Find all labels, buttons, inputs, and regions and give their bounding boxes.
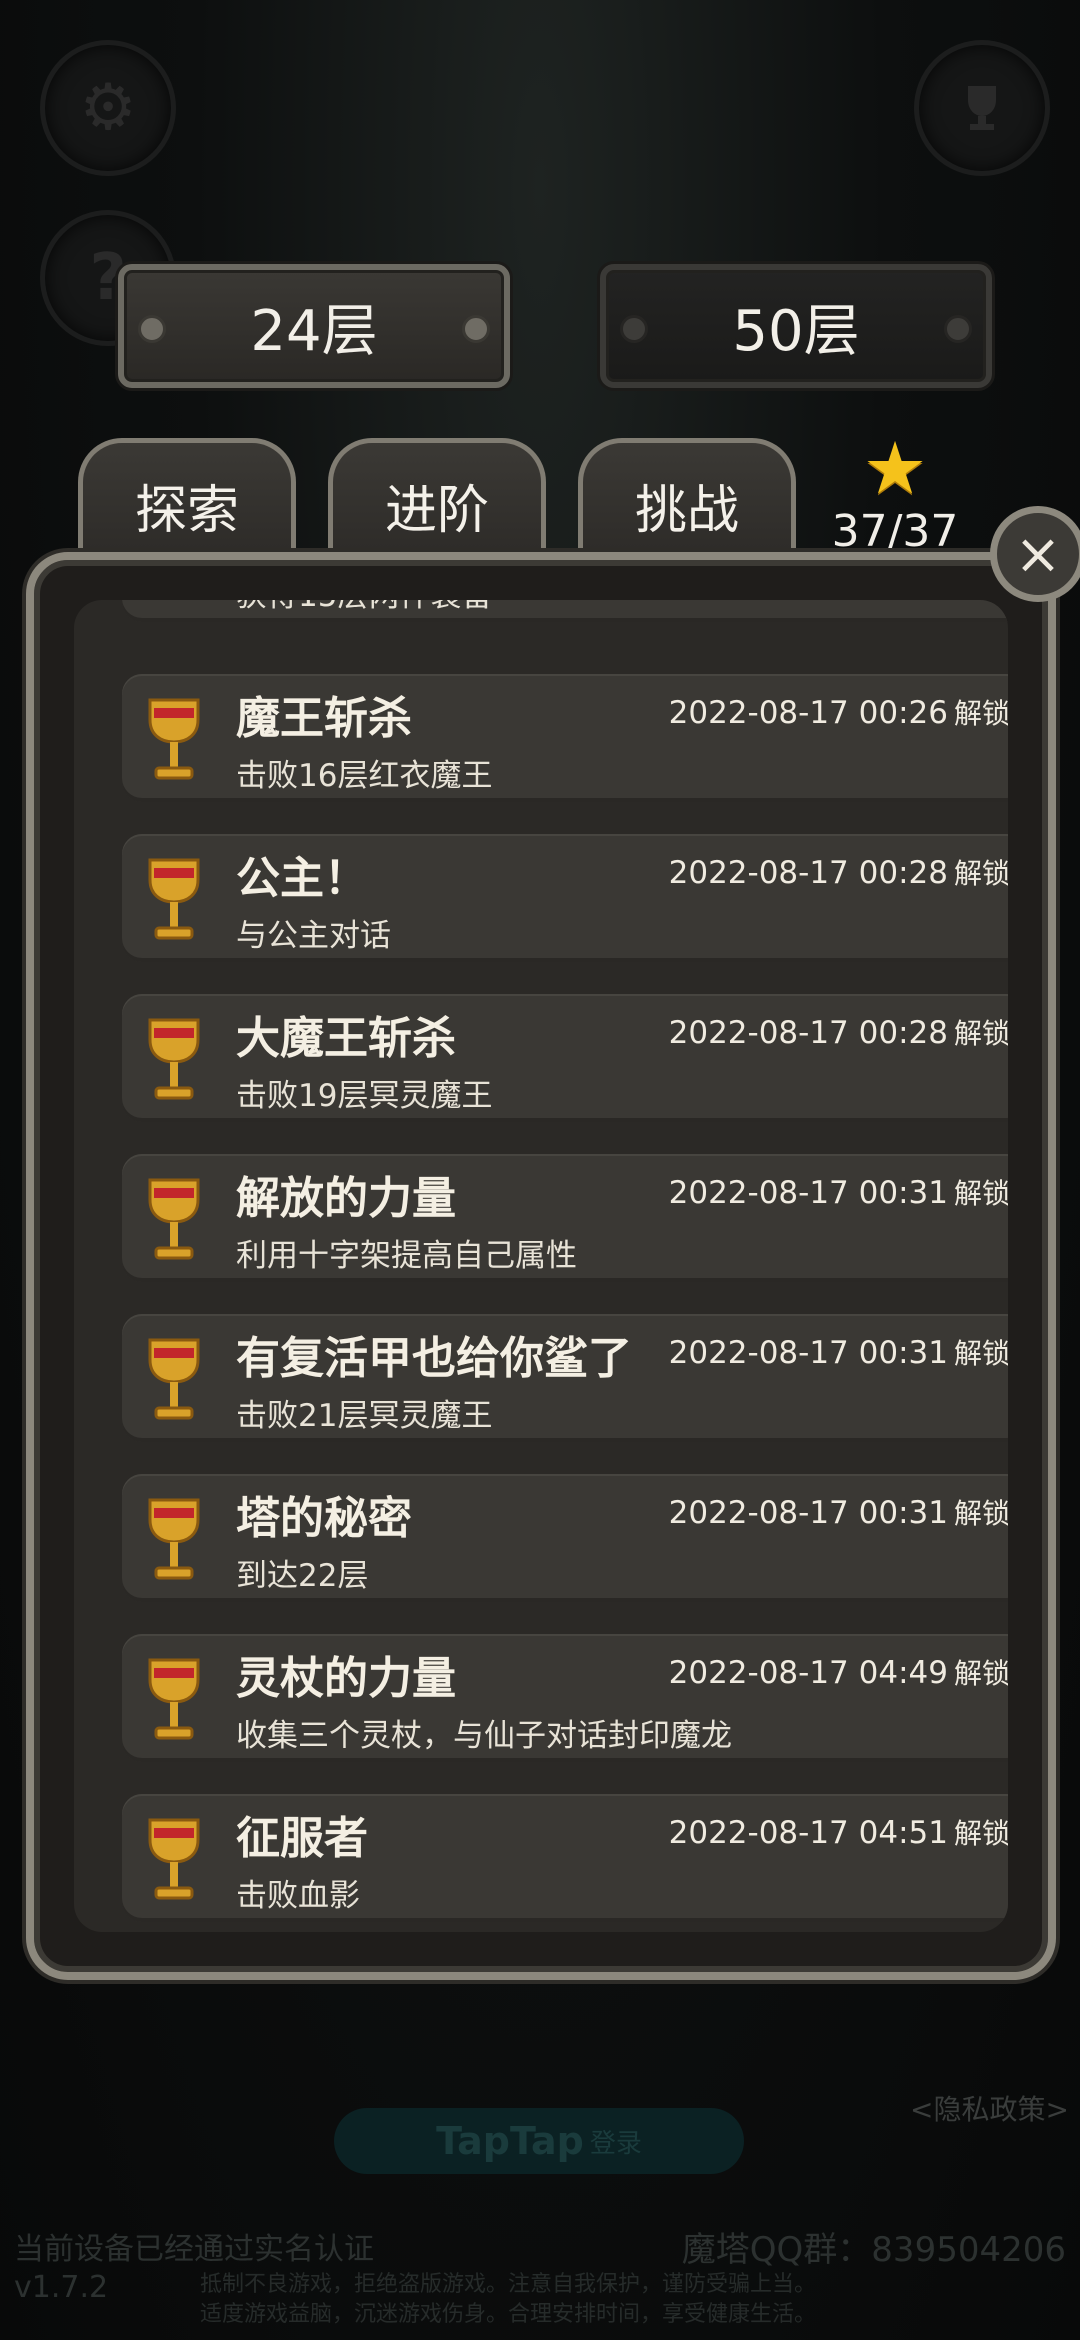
trophy-icon bbox=[968, 86, 996, 130]
list-item: 魔王斩杀 2022-08-17 00:26 解锁 击败16层红衣魔王 bbox=[122, 674, 1008, 802]
star-counter: ★ 37/37 bbox=[830, 432, 960, 560]
list-item: 解放的力量 2022-08-17 00:31 解锁 利用十字架提高自己属性 bbox=[122, 1154, 1008, 1282]
goblet-icon bbox=[148, 1498, 200, 1580]
tab-explore-label: 探索 bbox=[134, 480, 239, 541]
achievement-date: 2022-08-17 04:49 解锁 bbox=[668, 1655, 1008, 1691]
achievement-desc: 利用十字架提高自己属性 bbox=[236, 1238, 577, 1274]
list-item: 塔的秘密 2022-08-17 00:31 解锁 到达22层 bbox=[122, 1474, 1008, 1602]
achievement-title: 征服者 bbox=[236, 1813, 368, 1864]
qq-group-label: 魔塔QQ群：839504206 bbox=[681, 2230, 1066, 2270]
achievement-date: 2022-08-17 00:28 解锁 bbox=[668, 1015, 1008, 1051]
goblet-icon bbox=[148, 1018, 200, 1100]
achievement-date: 2022-08-17 00:28 解锁 bbox=[668, 855, 1008, 891]
goblet-icon bbox=[148, 1818, 200, 1900]
achievement-desc: 与公主对话 bbox=[236, 918, 391, 954]
achievement-title: 塔的秘密 bbox=[236, 1493, 412, 1544]
taptap-login-label: 登录 bbox=[589, 2128, 642, 2159]
achievements-panel: 获得15层两件装备 魔王斩杀 2022-08-17 00:26解锁 击败16层红… bbox=[26, 552, 1056, 1980]
achievement-desc: 击败19层冥灵魔王 bbox=[236, 1078, 493, 1114]
list-item: 灵杖的力量 2022-08-17 04:49 解锁 收集三个灵杖，与仙子对话封印魔… bbox=[122, 1634, 1008, 1762]
achievement-date: 2022-08-17 00:26 解锁 bbox=[668, 695, 1008, 731]
achievement-date: 2022-08-17 00:31 解锁 bbox=[668, 1175, 1008, 1211]
version-label: v1.7.2 bbox=[14, 2270, 109, 2305]
max-floor-plaque: 50层 bbox=[600, 264, 992, 388]
goblet-icon bbox=[148, 1658, 200, 1740]
current-floor-label: 24层 bbox=[250, 298, 378, 364]
settings-button[interactable]: ⚙ bbox=[40, 40, 176, 176]
list-item: 获得15层两件装备 bbox=[122, 600, 1008, 622]
achievements-list[interactable]: 获得15层两件装备 魔王斩杀 2022-08-17 00:26解锁 击败16层红… bbox=[74, 600, 1008, 1932]
goblet-icon bbox=[148, 698, 200, 780]
gear-icon: ⚙ bbox=[79, 71, 137, 145]
close-icon: × bbox=[1014, 521, 1062, 587]
achievement-date: 2022-08-17 00:31 解锁 bbox=[668, 1335, 1008, 1371]
achievement-title: 解放的力量 bbox=[236, 1173, 456, 1224]
star-icon: ★ bbox=[862, 426, 928, 510]
goblet-icon bbox=[148, 858, 200, 940]
taptap-logo: TapTap bbox=[436, 2119, 584, 2163]
achievement-title: 公主！ bbox=[236, 853, 368, 904]
list-item: 公主！ 2022-08-17 00:28 解锁 与公主对话 bbox=[122, 834, 1008, 962]
max-floor-label: 50层 bbox=[732, 298, 860, 364]
achievement-date: 2022-08-17 04:51 解锁 bbox=[668, 1815, 1008, 1851]
privacy-policy-link[interactable]: <隐私政策> bbox=[910, 2088, 1069, 2128]
tab-advance-label: 进阶 bbox=[384, 480, 489, 541]
achievement-date: 2022-08-17 00:31 解锁 bbox=[668, 1495, 1008, 1531]
close-button[interactable]: × bbox=[990, 506, 1080, 602]
achievement-desc: 击败21层冥灵魔王 bbox=[236, 1398, 493, 1434]
goblet-icon bbox=[144, 600, 204, 606]
tab-challenge-label: 挑战 bbox=[634, 480, 739, 541]
tab-challenge[interactable]: 挑战 bbox=[578, 438, 796, 567]
achievement-desc: 获得15层两件装备 bbox=[236, 600, 492, 615]
goblet-icon bbox=[148, 1338, 200, 1420]
leaderboard-button[interactable] bbox=[914, 40, 1050, 176]
achievement-title: 大魔王斩杀 bbox=[236, 1013, 456, 1064]
list-item: 征服者 2022-08-17 04:51 解锁 击败血影 bbox=[122, 1794, 1008, 1922]
current-floor-plaque: 24层 bbox=[118, 264, 510, 388]
taptap-login-button[interactable]: TapTap 登录 bbox=[334, 2108, 744, 2174]
goblet-icon bbox=[148, 1178, 200, 1260]
achievement-desc: 到达22层 bbox=[236, 1558, 369, 1594]
tab-explore[interactable]: 探索 bbox=[78, 438, 296, 567]
list-item: 有复活甲也给你鲨了 2022-08-17 00:31 解锁 击败21层冥灵魔王 bbox=[122, 1314, 1008, 1442]
achievement-desc: 击败血影 bbox=[236, 1878, 360, 1914]
tab-advance[interactable]: 进阶 bbox=[328, 438, 546, 567]
achievement-title: 有复活甲也给你鲨了 bbox=[236, 1333, 632, 1384]
achievement-title: 魔王斩杀 bbox=[236, 693, 412, 744]
health-notice: 抵制不良游戏，拒绝盗版游戏。注意自我保护，谨防受骗上当。 适度游戏益脑，沉迷游戏… bbox=[200, 2272, 817, 2327]
achievement-title: 灵杖的力量 bbox=[236, 1653, 456, 1704]
achievement-desc: 击败16层红衣魔王 bbox=[236, 758, 493, 794]
achievement-desc: 收集三个灵杖，与仙子对话封印魔龙 bbox=[236, 1718, 732, 1754]
list-item: 大魔王斩杀 2022-08-17 00:28 解锁 击败19层冥灵魔王 bbox=[122, 994, 1008, 1122]
realname-status: 当前设备已经通过实名认证 bbox=[14, 2232, 374, 2267]
